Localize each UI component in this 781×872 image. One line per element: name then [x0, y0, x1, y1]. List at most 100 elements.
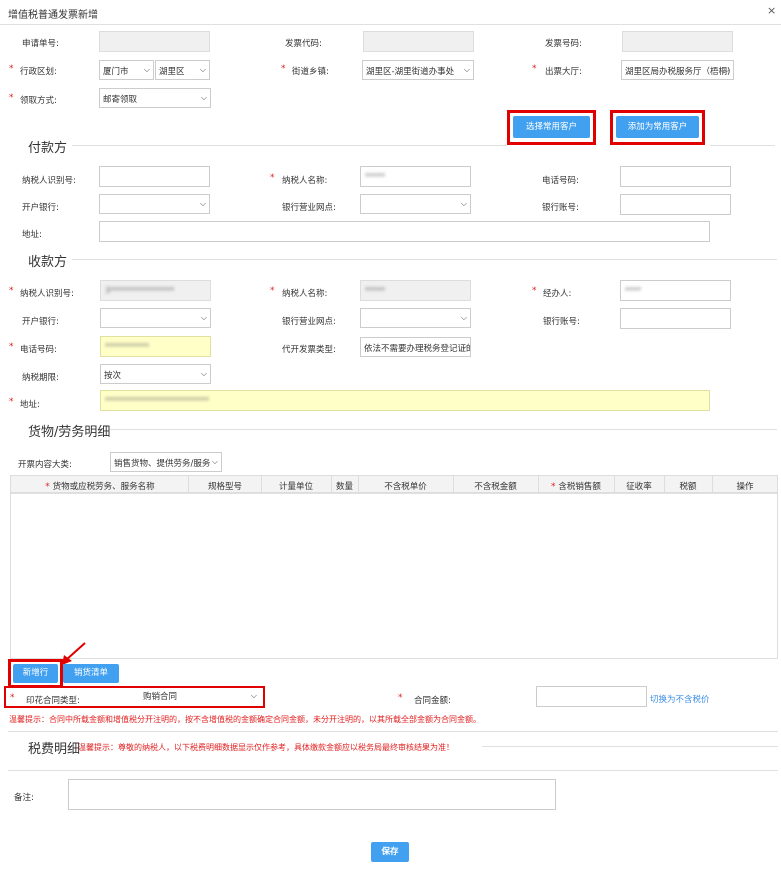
payee-section-title: 收款方: [28, 255, 68, 270]
invoice-type-label: 代开发票类型:: [282, 345, 336, 355]
tax-section-title: 税费明细: [28, 742, 81, 757]
district-select[interactable]: 湖里区 ⌵: [155, 60, 210, 80]
payee-phone-value: ***********: [105, 342, 149, 351]
hall-select[interactable]: 湖里区局办税服务厅（梧桐) ⌵: [621, 60, 734, 80]
section-divider: [72, 259, 777, 260]
required-mark: *: [9, 93, 14, 103]
contract-hint: 温馨提示：合同中所载金额和增值税分开注明的，按不含增值税的金额确定合同金额，未分…: [9, 715, 481, 724]
payer-phone-input[interactable]: [620, 166, 731, 187]
category-value: 销售货物、提供劳务/服务: [114, 459, 211, 469]
tax-period-select[interactable]: 按次 ⌵: [100, 364, 211, 384]
chevron-down-icon: ⌵: [199, 65, 206, 74]
contract-type-value: 购销合同: [143, 692, 178, 702]
required-mark: *: [398, 693, 403, 703]
close-icon[interactable]: ×: [767, 4, 776, 17]
col-divider: [358, 476, 359, 493]
payer-account-input[interactable]: [620, 194, 731, 215]
column-header: * 货物或应税劳务、服务名称: [11, 480, 189, 492]
chevron-down-icon: ⌵: [460, 342, 467, 351]
col-divider: [538, 476, 539, 493]
chevron-down-icon: ⌵: [200, 93, 207, 102]
column-header: 规格型号: [207, 482, 242, 492]
chevron-down-icon: ⌵: [199, 199, 206, 208]
required-mark: *: [10, 693, 15, 703]
col-divider: [188, 476, 189, 493]
payer-address-input[interactable]: [99, 221, 710, 242]
goods-table: [10, 475, 778, 659]
chevron-down-icon: ⌵: [460, 313, 467, 322]
apply-no-label: 申请单号:: [22, 39, 59, 49]
table-header-divider: [11, 493, 777, 494]
column-header-text: 含税销售额: [558, 482, 601, 492]
payee-bank-select[interactable]: ⌵: [100, 308, 211, 328]
payer-bank-select[interactable]: ⌵: [99, 194, 210, 214]
window-title: 增值税普通发票新增: [8, 10, 98, 21]
payee-agent-label: 经办人:: [543, 289, 572, 299]
column-header: 不含税金额: [474, 482, 517, 492]
receive-label: 领取方式:: [20, 96, 57, 106]
chevron-down-icon: ⌵: [200, 313, 207, 322]
payee-bank-label: 开户银行:: [22, 317, 59, 327]
payer-address-label: 地址:: [22, 230, 42, 240]
payee-address-label: 地址:: [20, 400, 40, 410]
payer-name-label: 纳税人名称:: [282, 176, 328, 186]
column-header-text: 货物或应税劳务、服务名称: [52, 482, 155, 492]
hall-value: 湖里区局办税服务厅（梧桐): [625, 67, 731, 77]
goods-section-title: 货物/劳务明细: [28, 425, 111, 440]
payer-branch-select[interactable]: ⌵: [360, 194, 471, 214]
payee-account-label: 银行账号:: [543, 317, 580, 327]
col-divider: [453, 476, 454, 493]
payee-taxid-input[interactable]: 3****************: [100, 280, 211, 301]
city-value: 厦门市: [103, 67, 129, 77]
remark-textarea[interactable]: [68, 779, 556, 810]
payee-account-input[interactable]: [620, 308, 731, 329]
contract-amount-input[interactable]: [536, 686, 647, 707]
required-mark: *: [532, 64, 537, 74]
street-select[interactable]: 湖里区-湖里街道办事处 ⌵: [362, 60, 474, 80]
payer-section-title: 付款方: [28, 141, 68, 156]
payee-name-label: 纳税人名称:: [282, 289, 328, 299]
payer-name-input[interactable]: *****: [360, 166, 471, 187]
contract-type-label: 印花合同类型:: [26, 696, 80, 706]
remark-label: 备注:: [14, 793, 34, 803]
required-mark: *: [45, 482, 53, 492]
required-mark: *: [9, 342, 14, 352]
add-row-button[interactable]: 新增行: [13, 664, 58, 683]
payee-branch-label: 银行营业网点:: [282, 317, 336, 327]
payee-agent-value: ****: [625, 286, 641, 295]
add-customer-button[interactable]: 添加为常用客户: [616, 116, 699, 138]
chevron-down-icon: ⌵: [250, 691, 257, 700]
category-select[interactable]: 销售货物、提供劳务/服务 ⌵: [110, 452, 222, 472]
invoice-code-input[interactable]: [363, 31, 474, 52]
switch-price-link[interactable]: 切换为不含税价: [650, 693, 710, 705]
tax-period-label: 纳税期限:: [22, 373, 59, 383]
col-divider: [331, 476, 332, 493]
invoice-no-input[interactable]: [622, 31, 733, 52]
column-header: * 含税销售额: [538, 480, 614, 492]
street-label: 街道乡镇:: [292, 67, 329, 77]
required-mark: *: [270, 286, 275, 296]
payer-branch-label: 银行营业网点:: [282, 203, 336, 213]
payer-taxid-input[interactable]: [99, 166, 210, 187]
column-header: 操作: [736, 482, 754, 492]
invoice-type-select[interactable]: 依法不需要办理税务登记证的 ⌵: [360, 337, 471, 357]
contract-type-select[interactable]: 购销合同 ⌵: [143, 690, 261, 705]
required-mark: *: [281, 64, 286, 74]
payee-name-input[interactable]: *****: [360, 280, 471, 301]
receive-select[interactable]: 邮寄领取 ⌵: [99, 88, 211, 108]
city-select[interactable]: 厦门市 ⌵: [99, 60, 154, 80]
chevron-down-icon: ⌵: [211, 457, 218, 466]
column-header: 税额: [679, 482, 697, 492]
section-divider: [8, 770, 778, 771]
apply-no-input[interactable]: [99, 31, 210, 52]
save-button[interactable]: 保存: [371, 842, 409, 862]
payee-address-input[interactable]: **************************: [100, 390, 710, 411]
col-divider: [261, 476, 262, 493]
payee-branch-select[interactable]: ⌵: [360, 308, 471, 328]
tax-hint: 温馨提示：尊敬的纳税人，以下税费明细数据显示仅作参考，具体缴款金额应以税务局最终…: [78, 743, 454, 752]
payee-agent-input[interactable]: ****: [620, 280, 731, 301]
payee-phone-input[interactable]: ***********: [100, 336, 211, 357]
select-customer-button[interactable]: 选择常用客户: [513, 116, 590, 138]
payee-taxid-value: 3****************: [105, 286, 175, 295]
payee-phone-label: 电话号码:: [20, 345, 57, 355]
